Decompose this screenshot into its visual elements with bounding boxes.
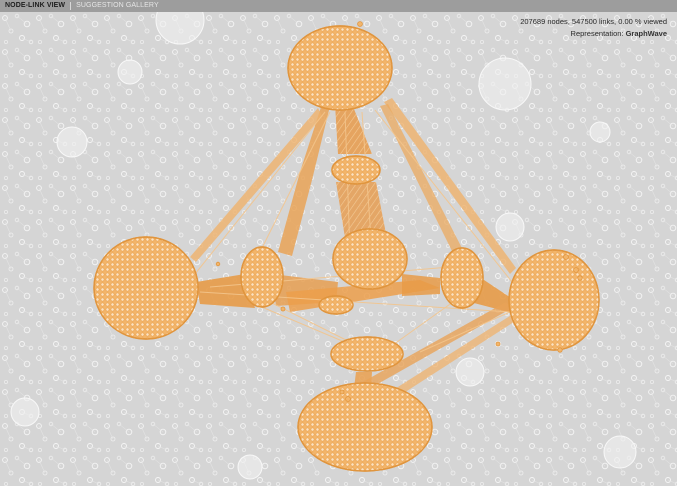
tab-suggestion-gallery[interactable]: SUGGESTION GALLERY (71, 0, 164, 12)
representation-value[interactable]: GraphWave (626, 29, 667, 38)
graph-svg[interactable] (0, 12, 677, 486)
graph-canvas[interactable] (0, 12, 677, 486)
graph-stats-panel: 207689 nodes, 547500 links, 0.00 % viewe… (520, 16, 667, 40)
representation-label: Representation: (570, 29, 624, 38)
graph-stats-summary: 207689 nodes, 547500 links, 0.00 % viewe… (520, 17, 667, 26)
view-tab-bar: NODE-LINK VIEW SUGGESTION GALLERY (0, 0, 677, 12)
tab-node-link-view[interactable]: NODE-LINK VIEW (0, 0, 70, 12)
representation-line: Representation: GraphWave (520, 28, 667, 40)
node-link-app: NODE-LINK VIEW SUGGESTION GALLERY 207689… (0, 0, 677, 486)
